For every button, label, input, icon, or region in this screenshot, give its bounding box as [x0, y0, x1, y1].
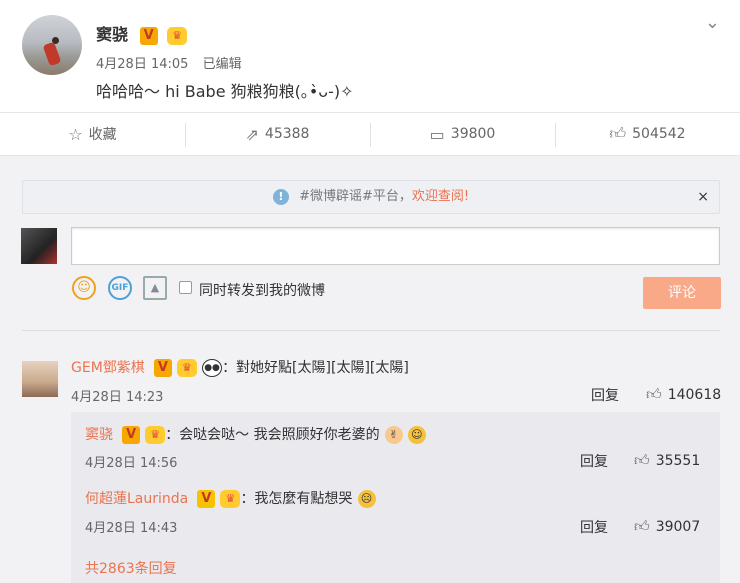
reply-button[interactable]: 回复: [580, 517, 608, 537]
divider: [22, 330, 720, 331]
thumbs-up-icon: 👍︎: [634, 451, 650, 469]
edited-label[interactable]: 已编辑: [203, 57, 242, 72]
avatar-figure: [42, 41, 62, 67]
post-date[interactable]: 4月28日 14:05: [96, 57, 188, 72]
panda-icon: ●●: [202, 358, 223, 377]
crown-icon: ♛: [220, 489, 241, 508]
reply-line: 何超蓮Laurinda V ♛ ：我怎麼有點想哭 ☹: [85, 488, 376, 508]
verified-icon: V: [122, 425, 141, 444]
repost-checkbox[interactable]: [179, 281, 192, 294]
gif-icon[interactable]: GIF: [108, 276, 132, 300]
comment-count: 39800: [450, 126, 496, 142]
commenter-avatar[interactable]: [22, 361, 58, 397]
verified-icon: V: [153, 358, 172, 377]
crown-icon: ♛: [167, 26, 188, 45]
more-replies-link[interactable]: 共2863条回复: [85, 558, 177, 578]
crown-icon: ♛: [176, 358, 197, 377]
avatar-head: [52, 37, 59, 44]
reply-text: ：我怎麼有點想哭: [240, 491, 353, 507]
thumbs-up-icon: 👍︎: [634, 517, 650, 535]
comment-text: ：對她好點[太陽][太陽][太陽]: [222, 360, 409, 376]
reply-time[interactable]: 4月28日 14:43: [85, 517, 177, 536]
notice-banner: ! #微博辟谣#平台，欢迎查阅! ×: [22, 180, 720, 214]
verified-icon: V: [197, 489, 216, 508]
crying-emoji-icon: ☹: [357, 489, 376, 508]
image-icon[interactable]: ▲: [143, 276, 167, 300]
comment-input[interactable]: [71, 227, 720, 265]
reply-button[interactable]: 回复: [591, 385, 619, 405]
reply-button[interactable]: 回复: [580, 451, 608, 471]
chevron-down-icon[interactable]: ⌄: [705, 12, 720, 33]
thumbs-up-icon: 👍︎: [646, 385, 662, 403]
submit-comment-button[interactable]: 评论: [643, 277, 721, 309]
comment-button[interactable]: ▭ 39800: [370, 113, 555, 155]
forward-button[interactable]: ⇗ 45388: [185, 113, 370, 155]
author-avatar[interactable]: [22, 15, 82, 75]
emoji-icon[interactable]: ☺: [72, 276, 96, 300]
close-icon[interactable]: ×: [697, 181, 709, 213]
commenter-name[interactable]: GEM鄧紫棋: [71, 360, 145, 376]
reply-like-count: 39007: [655, 519, 701, 535]
my-avatar[interactable]: [21, 228, 57, 264]
reply-time[interactable]: 4月28日 14:56: [85, 452, 177, 471]
notice-link[interactable]: 欢迎查阅!: [412, 189, 469, 204]
like-button[interactable]: 👍︎ 504542: [555, 113, 740, 155]
reply-text: ：会哒会哒～ 我会照顾好你老婆的: [165, 427, 380, 443]
comment-like-button[interactable]: 👍︎ 140618: [646, 385, 721, 404]
author-name[interactable]: 窦骁: [96, 25, 128, 44]
info-icon: !: [272, 188, 289, 205]
reply-author[interactable]: 窦骁: [85, 427, 113, 443]
action-bar: ☆ 收藏 ⇗ 45388 ▭ 39800 👍︎ 504542: [0, 112, 740, 156]
comment-like-count: 140618: [667, 387, 722, 403]
post-meta: 4月28日 14:05 已编辑: [96, 53, 252, 72]
peace-emoji-icon: ✌: [384, 425, 403, 444]
favorite-button[interactable]: ☆ 收藏: [0, 113, 185, 155]
post-author[interactable]: 窦骁 V ♛: [96, 21, 188, 45]
reply-author[interactable]: 何超蓮Laurinda: [85, 491, 188, 507]
like-count: 504542: [632, 126, 686, 142]
comment-line: GEM鄧紫棋 V ♛ ●● ：對她好點[太陽][太陽][太陽]: [71, 357, 409, 377]
verified-icon: V: [139, 26, 158, 45]
thumbs-up-icon: 👍︎: [609, 124, 627, 143]
forward-count: 45388: [264, 126, 310, 142]
repost-label[interactable]: 同时转发到我的微博: [199, 280, 325, 300]
notice-text[interactable]: #微博辟谣#平台，: [299, 189, 412, 204]
reply-like-count: 35551: [655, 453, 701, 469]
reply-like-button[interactable]: 👍︎ 35551: [634, 451, 700, 470]
comment-time[interactable]: 4月28日 14:23: [71, 386, 163, 405]
favorite-label: 收藏: [88, 127, 117, 143]
crown-icon: ♛: [145, 425, 166, 444]
comment-icon: ▭: [429, 124, 445, 144]
reply-like-button[interactable]: 👍︎ 39007: [634, 517, 700, 536]
star-icon: ☆: [68, 124, 83, 144]
kiss-emoji-icon: ☺: [407, 425, 426, 444]
share-icon: ⇗: [245, 124, 259, 144]
post-text: 哈哈哈～ hi Babe 狗粮狗粮(｡•̀ᴗ-)✧: [96, 82, 354, 101]
reply-line: 窦骁 V ♛ ：会哒会哒～ 我会照顾好你老婆的 ✌ ☺: [85, 424, 426, 444]
